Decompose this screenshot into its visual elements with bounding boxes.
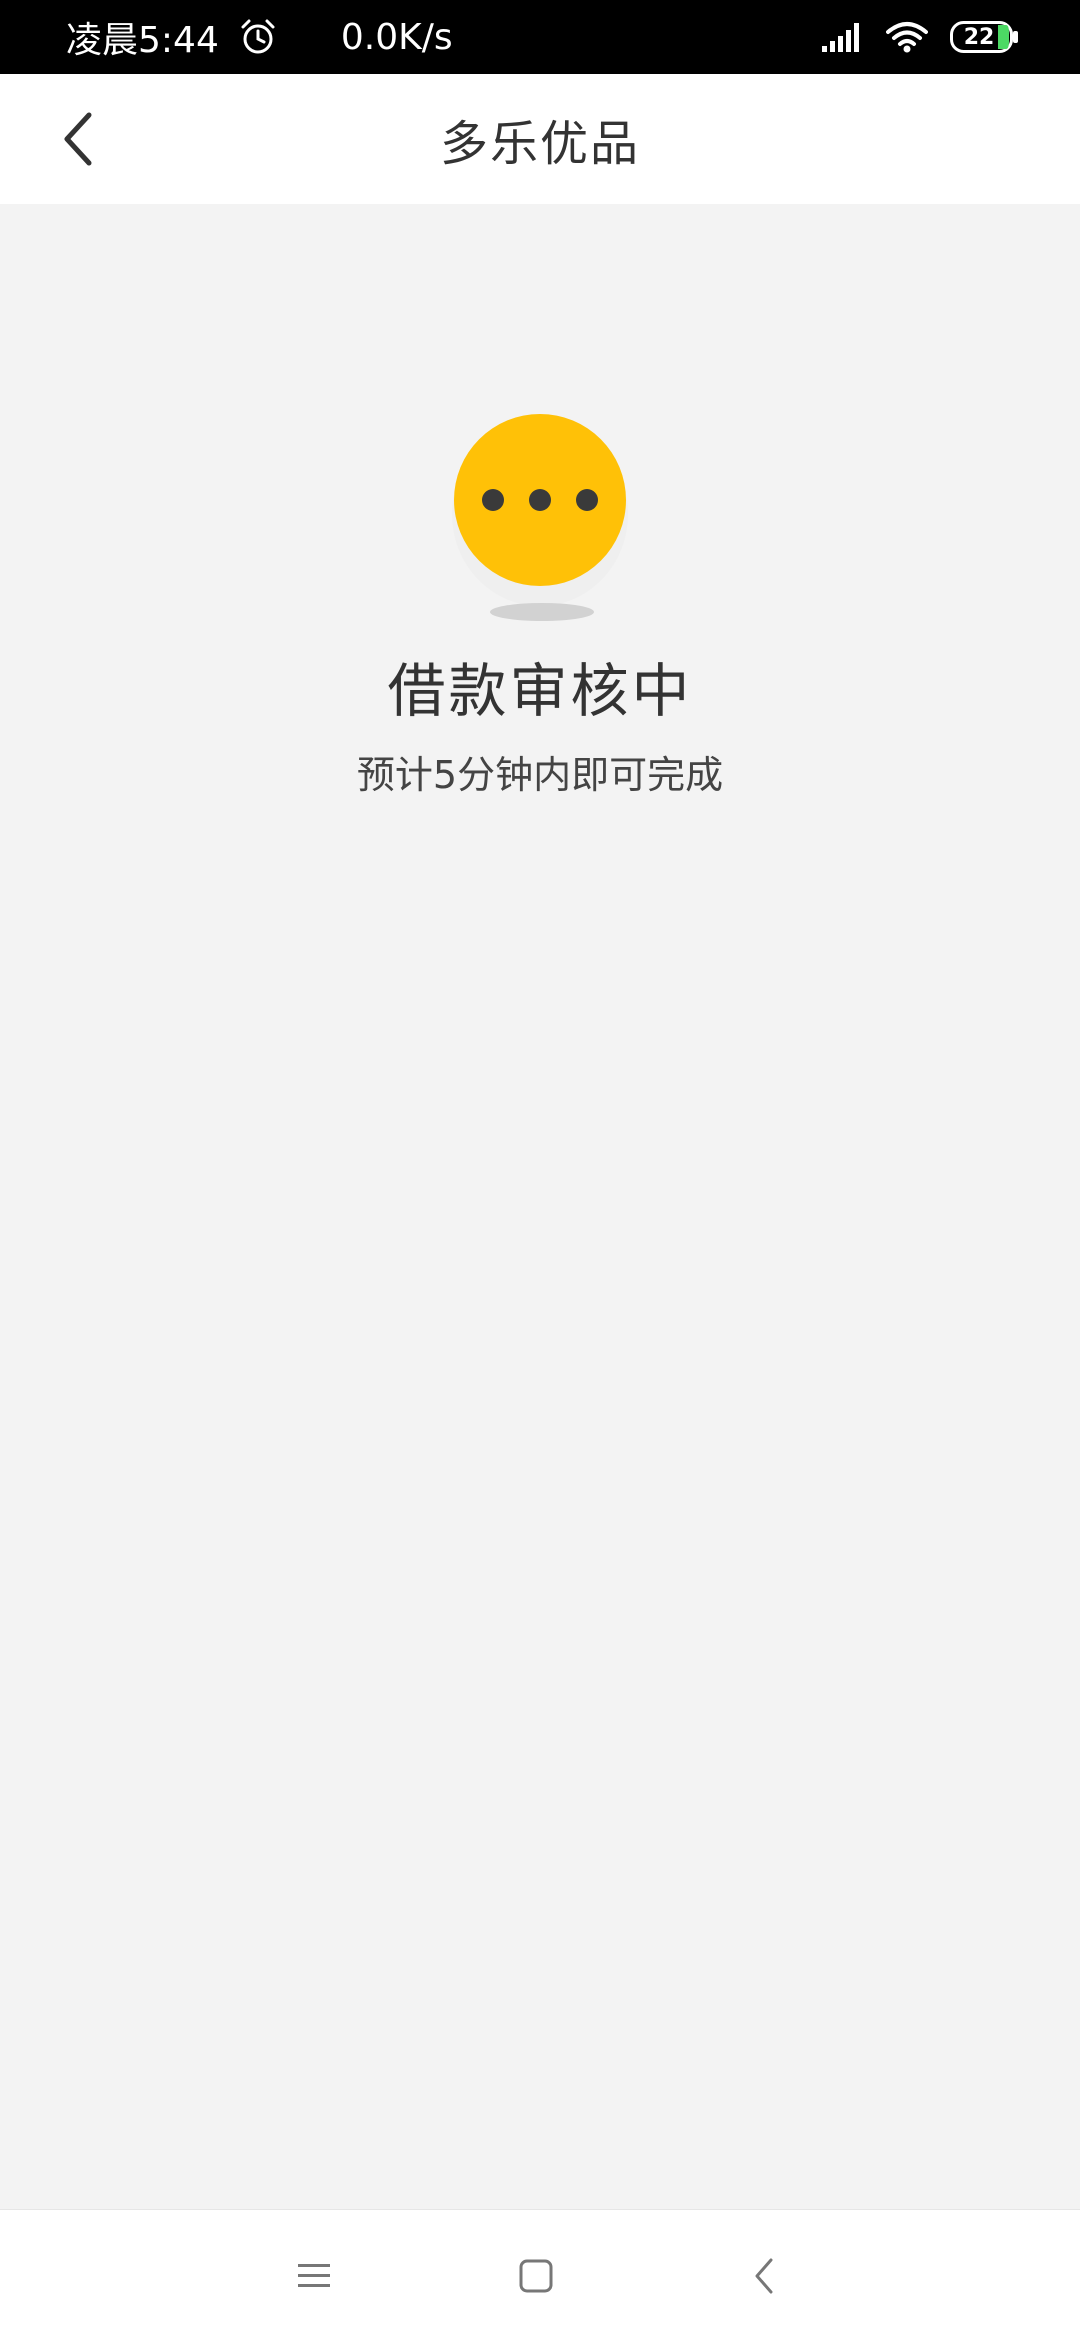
- status-bar: 凌晨5:44 0.0K/s 22: [0, 0, 1080, 74]
- status-time: 凌晨5:44: [66, 20, 219, 61]
- main-content: 借款审核中 预计5分钟内即可完成: [0, 204, 1080, 2209]
- battery-icon: 22: [950, 21, 1020, 53]
- status-right: 22: [822, 21, 1020, 53]
- screen: 凌晨5:44 0.0K/s 22 多乐优品 借款审核中 预计5分钟内即可完成: [0, 0, 1080, 2340]
- alarm-icon: [241, 19, 275, 54]
- wifi-icon: [886, 22, 928, 53]
- nav-menu-button[interactable]: [284, 2246, 344, 2306]
- title-bar: 多乐优品: [0, 74, 1080, 204]
- chevron-left-icon: [755, 2258, 773, 2294]
- status-left: 凌晨5:44 0.0K/s: [66, 11, 453, 63]
- status-subtext: 预计5分钟内即可完成: [356, 753, 724, 797]
- status-heading: 借款审核中: [387, 657, 693, 725]
- signal-icon: [822, 23, 859, 52]
- back-arrow-icon: [64, 112, 92, 166]
- home-icon: [519, 2259, 553, 2293]
- nav-back-button[interactable]: [734, 2246, 794, 2306]
- nav-home-button[interactable]: [506, 2246, 566, 2306]
- page-title: 多乐优品: [439, 116, 640, 172]
- menu-icon: [298, 2264, 330, 2287]
- net-speed: 0.0K/s: [340, 16, 453, 58]
- nav-bar: [0, 2209, 1080, 2340]
- battery-level: 22: [963, 24, 995, 50]
- back-button[interactable]: [44, 104, 114, 174]
- pending-dots-icon: [452, 414, 628, 621]
